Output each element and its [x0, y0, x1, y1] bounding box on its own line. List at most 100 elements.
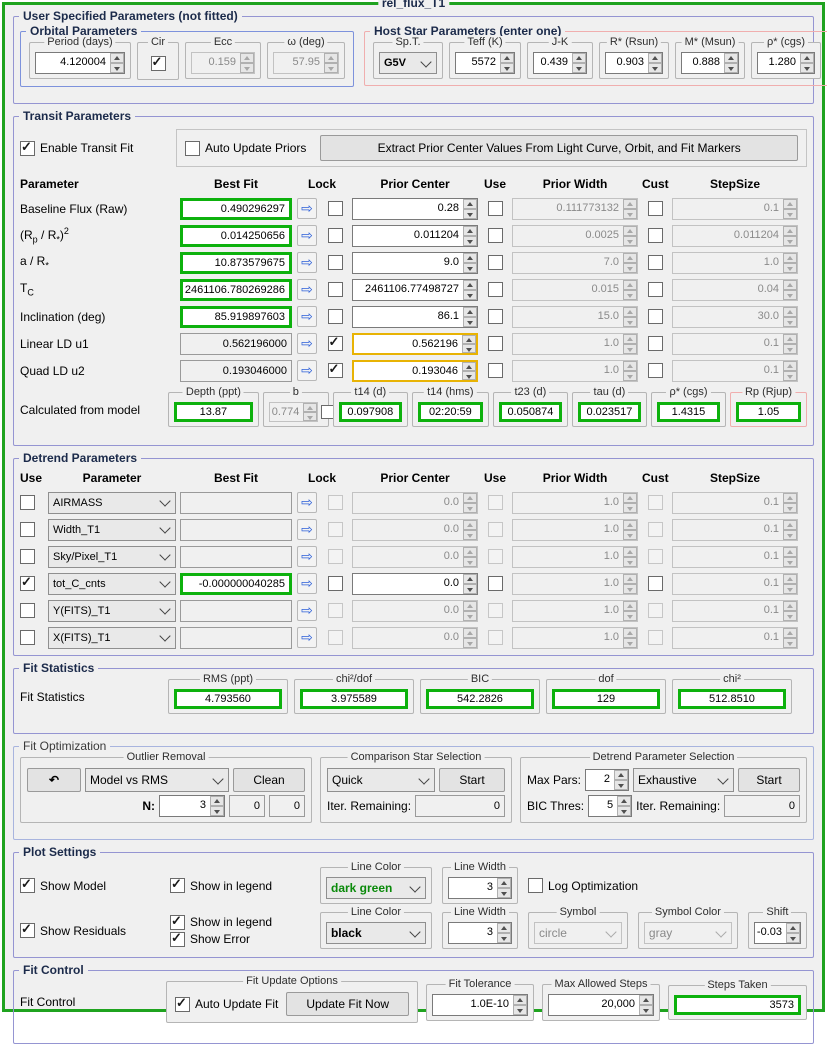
spinner-buttons[interactable] [800, 53, 814, 73]
transfer-arrow-button[interactable]: ⇨ [297, 573, 317, 594]
stepsize-spinner[interactable]: 0.011204 [672, 224, 798, 247]
spinner-buttons[interactable] [303, 403, 318, 421]
best-fit-field[interactable]: 85.919897603 [180, 305, 292, 328]
spectral-type-dropdown[interactable]: G5V [379, 52, 437, 74]
detrend-param-dropdown[interactable]: Sky/Pixel_T1 [48, 545, 176, 568]
stepsize-spinner[interactable]: 0.1 [672, 572, 798, 595]
spinner-buttons[interactable] [463, 198, 477, 219]
symbol-dropdown[interactable]: circle [533, 922, 622, 944]
spinner-buttons[interactable] [783, 333, 797, 354]
best-fit-field[interactable] [180, 491, 292, 514]
comp-mode-dropdown[interactable]: Quick [327, 768, 435, 792]
best-fit-field[interactable] [180, 599, 292, 622]
cust-checkbox[interactable] [647, 576, 663, 591]
best-fit-field[interactable]: 0.490296297 [180, 197, 292, 220]
transfer-arrow-button[interactable]: ⇨ [297, 333, 317, 354]
prior-width-spinner[interactable]: 1.0 [512, 518, 638, 541]
show-error-checkbox[interactable] [169, 930, 185, 947]
spinner-buttons[interactable] [463, 627, 477, 648]
show-error[interactable]: Show Error [169, 930, 310, 947]
prior-center-spinner[interactable]: 0.0 [352, 545, 478, 568]
lock-checkbox[interactable] [327, 603, 343, 618]
prior-center-spinner[interactable]: 0.28 [352, 197, 478, 220]
residuals-line-width-spinner[interactable]: 3 [447, 922, 512, 944]
cust-checkbox[interactable] [647, 336, 663, 351]
clean-button[interactable]: Clean [233, 768, 305, 792]
spinner-buttons[interactable] [513, 994, 527, 1015]
shift-spinner[interactable]: -0.03 [753, 922, 801, 944]
spinner-buttons[interactable] [463, 306, 477, 327]
max-pars-spinner[interactable]: 2 [585, 769, 630, 791]
transfer-arrow-button[interactable]: ⇨ [297, 198, 317, 219]
spinner-buttons[interactable] [783, 279, 797, 300]
spinner-buttons[interactable] [783, 306, 797, 327]
lock-checkbox[interactable] [327, 309, 343, 324]
use2-checkbox[interactable] [487, 603, 503, 618]
show-residuals[interactable]: Show Residuals [20, 921, 160, 938]
use-checkbox[interactable] [20, 574, 35, 591]
stepsize-spinner[interactable]: 0.1 [672, 626, 798, 649]
stepsize-spinner[interactable]: 0.1 [672, 545, 798, 568]
spinner-buttons[interactable] [500, 53, 514, 73]
stepsize-spinner[interactable]: 30.0 [672, 305, 798, 328]
best-fit-field[interactable]: -0.000000040285 [180, 572, 292, 595]
spinner-buttons[interactable] [617, 796, 632, 816]
best-fit-field[interactable]: 2461106.780269286 [180, 278, 292, 301]
spinner-buttons[interactable] [623, 546, 637, 567]
lock-checkbox[interactable] [327, 282, 343, 297]
stepsize-spinner[interactable]: 1.0 [672, 251, 798, 274]
lock-checkbox[interactable] [327, 630, 343, 645]
transfer-arrow-button[interactable]: ⇨ [297, 546, 317, 567]
spinner-buttons[interactable] [210, 796, 224, 816]
prior-center-spinner[interactable]: 9.0 [352, 251, 478, 274]
use-checkbox[interactable] [20, 603, 35, 618]
best-fit-field[interactable] [180, 545, 292, 568]
prior-center-spinner[interactable]: 0.0 [352, 518, 478, 541]
dsel-mode-dropdown[interactable]: Exhaustive [633, 768, 734, 792]
model-line-color-dropdown[interactable]: dark green [326, 877, 426, 899]
lock-checkbox[interactable] [327, 334, 343, 351]
enable-transit-fit-checkbox[interactable] [20, 139, 35, 156]
lock-checkbox[interactable] [327, 228, 343, 243]
prior-width-spinner[interactable]: 1.0 [512, 545, 638, 568]
spinner-buttons[interactable] [783, 198, 797, 219]
prior-width-spinner[interactable]: 7.0 [512, 251, 638, 274]
best-fit-field[interactable] [180, 518, 292, 541]
undo-button[interactable]: ↶ [27, 768, 81, 792]
cust-checkbox[interactable] [647, 522, 663, 537]
omega-spinner[interactable]: 57.95 [273, 52, 339, 74]
spinner-buttons[interactable] [783, 225, 797, 246]
spinner-buttons[interactable] [623, 627, 637, 648]
stepsize-spinner[interactable]: 0.1 [672, 599, 798, 622]
residuals-line-color-dropdown[interactable]: black [325, 922, 426, 944]
transfer-arrow-button[interactable]: ⇨ [297, 252, 317, 273]
prior-center-spinner[interactable]: 0.562196 [352, 332, 478, 355]
prior-center-spinner[interactable]: 0.193046 [352, 359, 478, 382]
detrend-param-dropdown[interactable]: Width_T1 [48, 518, 176, 541]
use-checkbox[interactable] [487, 336, 503, 351]
use-checkbox[interactable] [487, 309, 503, 324]
outlier-mode-dropdown[interactable]: Model vs RMS [85, 768, 229, 792]
use2-checkbox[interactable] [487, 576, 503, 591]
spinner-buttons[interactable] [623, 198, 637, 219]
spinner-buttons[interactable] [783, 519, 797, 540]
spinner-buttons[interactable] [623, 252, 637, 273]
cust-checkbox[interactable] [647, 309, 663, 324]
lock-checkbox[interactable] [327, 361, 343, 378]
mstar-spinner[interactable]: 0.888 [681, 52, 739, 74]
show-model-checkbox[interactable] [20, 876, 35, 893]
stepsize-spinner[interactable]: 0.1 [672, 518, 798, 541]
lock-checkbox[interactable] [327, 576, 343, 591]
residuals-show-in-legend[interactable]: Show in legend [169, 913, 310, 930]
rstar-spinner[interactable]: 0.903 [605, 52, 663, 74]
auto-update-priors-checkbox[interactable] [185, 140, 200, 156]
comp-start-button[interactable]: Start [439, 768, 505, 792]
lock-checkbox[interactable] [327, 255, 343, 270]
log-optimization[interactable]: Log Optimization [528, 878, 638, 893]
use2-checkbox[interactable] [487, 522, 503, 537]
transfer-arrow-button[interactable]: ⇨ [297, 306, 317, 327]
use-checkbox[interactable] [20, 522, 35, 537]
spinner-buttons[interactable] [623, 519, 637, 540]
prior-width-spinner[interactable]: 0.111773132 [512, 197, 638, 220]
spinner-buttons[interactable] [614, 770, 629, 790]
